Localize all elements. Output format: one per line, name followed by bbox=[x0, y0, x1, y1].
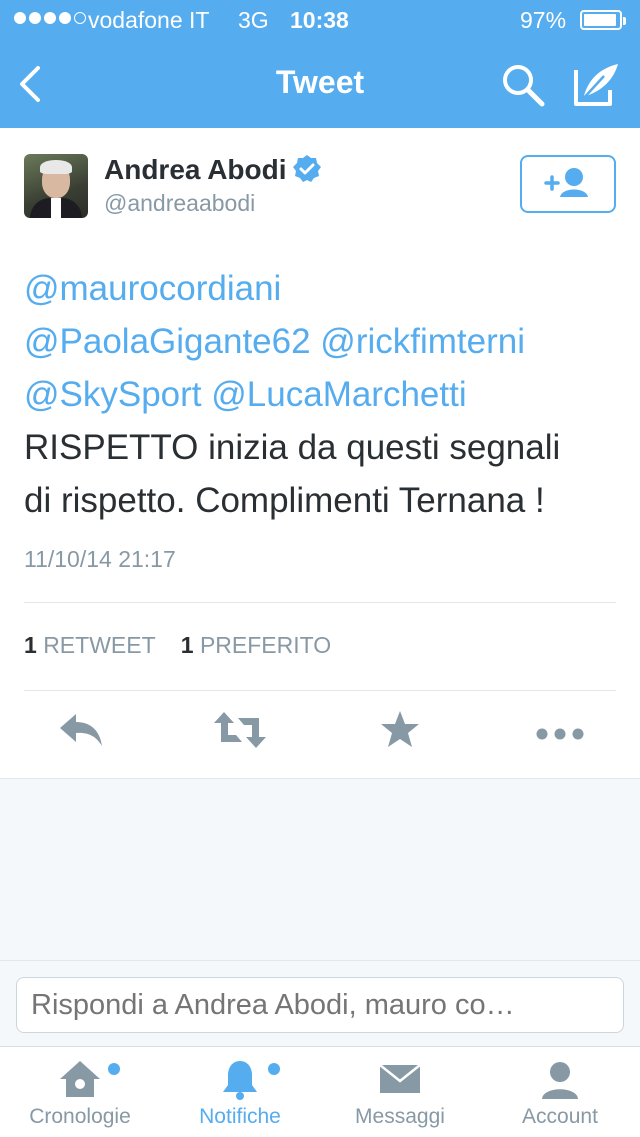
tweet-text-line: @PaolaGigante62 @rickfimterni bbox=[24, 315, 624, 368]
avatar[interactable] bbox=[24, 154, 88, 218]
retweets-stat[interactable]: 1 RETWEET bbox=[24, 632, 155, 658]
tab-cronologie[interactable]: Cronologie bbox=[0, 1047, 160, 1137]
battery-percentage: 97% bbox=[520, 7, 567, 33]
add-user-icon bbox=[544, 168, 588, 197]
retweet-icon[interactable] bbox=[212, 710, 268, 750]
tab-messaggi[interactable]: Messaggi bbox=[320, 1047, 480, 1137]
divider bbox=[24, 602, 616, 603]
tab-bar: Cronologie Notifiche Messaggi Account bbox=[0, 1046, 640, 1137]
follow-button[interactable] bbox=[520, 155, 616, 213]
divider bbox=[24, 690, 616, 691]
tab-label: Notifiche bbox=[199, 1105, 281, 1128]
mention-link[interactable]: @SkySport bbox=[24, 375, 202, 414]
favorites-stat[interactable]: 1 PREFERITO bbox=[181, 632, 331, 658]
home-icon bbox=[60, 1061, 100, 1097]
favorite-count: 1 bbox=[180, 632, 194, 658]
retweet-label: RETWEET bbox=[43, 632, 156, 658]
tweet-text-segment: RISPETTO inizia da questi segnali bbox=[24, 428, 561, 467]
tweet-text-line: @SkySport @LucaMarchetti bbox=[24, 368, 624, 421]
tweet-actions bbox=[0, 710, 640, 760]
reply-input[interactable] bbox=[16, 977, 624, 1033]
status-bar: vodafone IT 3G 10:38 97% bbox=[0, 0, 640, 40]
tab-label: Messaggi bbox=[355, 1105, 445, 1128]
envelope-icon bbox=[379, 1064, 421, 1093]
bell-icon bbox=[223, 1061, 257, 1100]
reply-bar bbox=[0, 960, 640, 1047]
status-time: 10:38 bbox=[290, 7, 349, 33]
mention-link[interactable]: @LucaMarchetti bbox=[211, 375, 466, 414]
mention-link[interactable]: @PaolaGigante62 bbox=[24, 322, 311, 361]
tweet-text-segment bbox=[202, 375, 212, 414]
compose-tweet-icon[interactable] bbox=[570, 60, 622, 108]
signal-strength-icon bbox=[14, 12, 86, 24]
tweet-text: @maurocordiani @PaolaGigante62 @rickfimte… bbox=[24, 262, 624, 527]
retweet-count: 1 bbox=[24, 632, 37, 658]
tweet-timestamp: 11/10/14 21:17 bbox=[24, 546, 176, 572]
tab-notifiche[interactable]: Notifiche bbox=[160, 1047, 320, 1137]
tweet-text-segment: di rispetto. Complimenti Ternana ! bbox=[24, 481, 545, 520]
tab-label: Account bbox=[522, 1105, 598, 1128]
carrier-name: vodafone IT bbox=[88, 7, 210, 33]
new-content-dot bbox=[268, 1063, 280, 1075]
network-type: 3G bbox=[238, 7, 269, 33]
favorite-star-icon[interactable] bbox=[380, 710, 420, 750]
new-content-dot bbox=[108, 1063, 120, 1075]
mention-link[interactable]: @rickfimterni bbox=[320, 322, 525, 361]
tab-label: Cronologie bbox=[29, 1105, 131, 1128]
app-header: vodafone IT 3G 10:38 97% Tweet bbox=[0, 0, 640, 128]
tweet-text-line: di rispetto. Complimenti Ternana ! bbox=[24, 474, 624, 527]
verified-badge-icon bbox=[293, 155, 321, 182]
person-icon bbox=[542, 1062, 578, 1099]
battery-icon bbox=[580, 10, 626, 30]
tweet-text-line: @maurocordiani bbox=[24, 262, 624, 315]
tweet-text-segment bbox=[311, 322, 321, 361]
tweet-text-line: RISPETTO inizia da questi segnali bbox=[24, 421, 624, 474]
tweet-detail-card: Andrea Abodi @andreaabodi @maurocordiani… bbox=[0, 128, 640, 779]
author-name[interactable]: Andrea Abodi bbox=[104, 154, 287, 186]
author-handle[interactable]: @andreaabodi bbox=[104, 190, 255, 217]
tab-account[interactable]: Account bbox=[480, 1047, 640, 1137]
mention-link[interactable]: @maurocordiani bbox=[24, 269, 281, 308]
reply-icon[interactable] bbox=[58, 710, 104, 750]
search-icon[interactable] bbox=[500, 62, 546, 108]
favorite-label: PREFERITO bbox=[199, 632, 332, 658]
tweet-stats: 1 RETWEET 1 PREFERITO bbox=[24, 632, 331, 659]
more-options-icon[interactable] bbox=[534, 710, 586, 750]
